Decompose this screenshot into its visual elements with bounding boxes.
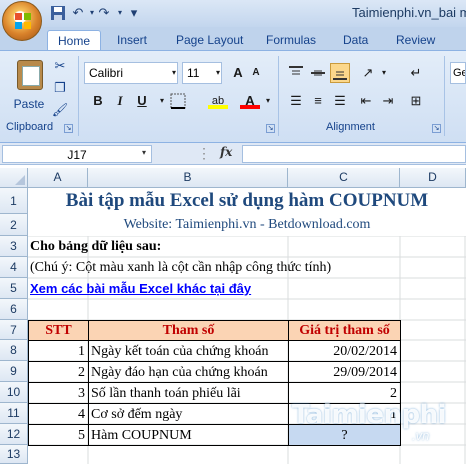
underline-button[interactable]: U bbox=[132, 91, 152, 111]
name-box-dropdown-icon[interactable]: ▾ bbox=[142, 148, 146, 157]
table-cell-value[interactable]: 2 bbox=[288, 382, 401, 404]
row-header[interactable]: 1 bbox=[0, 188, 28, 214]
wrap-text-icon[interactable]: ↵ bbox=[406, 63, 426, 83]
table-cell-stt[interactable]: 5 bbox=[28, 424, 89, 446]
group-divider bbox=[444, 56, 445, 136]
font-name-dropdown-icon[interactable]: ▾ bbox=[164, 63, 184, 83]
number-format-field[interactable]: Ge bbox=[450, 62, 466, 84]
table-cell-param[interactable]: Cơ sở đếm ngày bbox=[88, 403, 289, 425]
align-bottom-icon[interactable] bbox=[330, 63, 350, 83]
row-header[interactable]: 13 bbox=[0, 445, 28, 464]
tab-page-layout[interactable]: Page Layout bbox=[176, 30, 243, 50]
row-header[interactable]: 7 bbox=[0, 320, 28, 340]
sheet-intro[interactable]: Cho bảng dữ liệu sau: bbox=[28, 236, 428, 257]
italic-button[interactable]: I bbox=[110, 91, 130, 111]
borders-icon[interactable] bbox=[168, 91, 188, 111]
orientation-dropdown-icon[interactable]: ▾ bbox=[374, 63, 394, 83]
sheet-title[interactable]: Bài tập mẫu Excel sử dụng hàm COUPNUM bbox=[28, 188, 466, 214]
table-cell-value[interactable]: 29/09/2014 bbox=[288, 361, 401, 383]
row-header[interactable]: 3 bbox=[0, 236, 28, 257]
table-cell-stt[interactable]: 2 bbox=[28, 361, 89, 383]
sheet-note[interactable]: (Chú ý: Cột màu xanh là cột cần nhập côn… bbox=[28, 257, 466, 278]
save-icon[interactable] bbox=[50, 5, 66, 21]
format-painter-icon[interactable]: 🖌 bbox=[50, 100, 70, 120]
align-middle-icon[interactable] bbox=[308, 63, 328, 83]
font-color-dropdown-icon[interactable]: ▾ bbox=[258, 91, 278, 111]
tab-formulas[interactable]: Formulas bbox=[266, 30, 316, 50]
font-color-button[interactable]: A bbox=[240, 91, 260, 109]
group-divider bbox=[78, 56, 79, 136]
group-divider bbox=[278, 56, 279, 136]
copy-icon[interactable]: ❐ bbox=[50, 78, 70, 98]
table-cell-param[interactable]: Ngày kết toán của chứng khoán bbox=[88, 340, 289, 362]
select-all-corner[interactable] bbox=[0, 168, 28, 188]
bold-button[interactable]: B bbox=[88, 91, 108, 111]
row-header[interactable]: 11 bbox=[0, 403, 28, 424]
row-header[interactable]: 8 bbox=[0, 340, 28, 361]
table-cell-param[interactable]: Hàm COUPNUM bbox=[88, 424, 289, 446]
formula-bar-divider-icon: ⋮ bbox=[197, 145, 211, 161]
table-header-value[interactable]: Giá trị tham số bbox=[288, 320, 401, 341]
grow-font-button[interactable]: A bbox=[228, 63, 248, 83]
redo-icon[interactable]: ↷ bbox=[96, 5, 112, 21]
tab-review[interactable]: Review bbox=[396, 30, 435, 50]
align-center-icon[interactable]: ≡ bbox=[308, 91, 328, 111]
merge-center-icon[interactable]: ⊞ bbox=[406, 91, 426, 111]
clipboard-group-label: Clipboard bbox=[6, 121, 54, 133]
paste-button[interactable]: Paste bbox=[10, 58, 48, 118]
office-button[interactable] bbox=[2, 1, 42, 41]
align-right-icon[interactable]: ☰ bbox=[330, 91, 350, 111]
quick-access-customize-icon[interactable]: ▾ bbox=[126, 5, 142, 21]
worksheet-grid[interactable]: A B C D 1 2 3 4 5 6 7 8 9 10 11 12 13 Bà… bbox=[0, 168, 466, 464]
increase-indent-icon[interactable]: ⇥ bbox=[378, 91, 398, 111]
window-title: Taimienphi.vn_bai ma bbox=[352, 5, 466, 20]
more-samples-link[interactable]: Xem các bài mẫu Excel khác tại đây bbox=[28, 278, 328, 299]
cut-icon[interactable]: ✂ bbox=[50, 56, 70, 76]
table-cell-value[interactable]: 20/02/2014 bbox=[288, 340, 401, 362]
column-header-a[interactable]: A bbox=[28, 168, 88, 188]
align-left-icon[interactable]: ☰ bbox=[286, 91, 306, 111]
table-header-param[interactable]: Tham số bbox=[88, 320, 289, 341]
font-size-dropdown-icon[interactable]: ▾ bbox=[208, 63, 228, 83]
formula-input[interactable] bbox=[242, 145, 466, 163]
align-top-icon[interactable] bbox=[286, 63, 306, 83]
tab-home[interactable]: Home bbox=[47, 30, 101, 50]
sheet-website[interactable]: Website: Taimienphi.vn - Betdownload.com bbox=[28, 214, 466, 236]
office-logo-icon bbox=[15, 13, 31, 29]
column-header-c[interactable]: C bbox=[288, 168, 400, 188]
paste-sheet-icon bbox=[22, 66, 40, 86]
table-cell-stt[interactable]: 3 bbox=[28, 382, 89, 404]
table-cell-stt[interactable]: 1 bbox=[28, 340, 89, 362]
name-box[interactable]: J17 bbox=[2, 145, 152, 163]
table-cell-param[interactable]: Ngày đáo hạn của chứng khoán bbox=[88, 361, 289, 383]
row-header[interactable]: 10 bbox=[0, 382, 28, 403]
row-header[interactable]: 6 bbox=[0, 299, 28, 320]
insert-function-button[interactable]: fx bbox=[220, 145, 232, 159]
tab-insert[interactable]: Insert bbox=[117, 30, 147, 50]
row-header[interactable]: 9 bbox=[0, 361, 28, 382]
tab-data[interactable]: Data bbox=[343, 30, 368, 50]
row-header[interactable]: 2 bbox=[0, 214, 28, 236]
decrease-indent-icon[interactable]: ⇤ bbox=[356, 91, 376, 111]
table-cell-value[interactable]: 1 bbox=[288, 403, 401, 425]
font-launcher-icon[interactable]: ↘ bbox=[266, 124, 275, 133]
row-header[interactable]: 12 bbox=[0, 424, 28, 445]
row-header[interactable]: 4 bbox=[0, 257, 28, 278]
fill-color-button[interactable]: ab bbox=[208, 91, 228, 109]
table-cell-stt[interactable]: 4 bbox=[28, 403, 89, 425]
table-cell-param[interactable]: Số lần thanh toán phiếu lãi bbox=[88, 382, 289, 404]
alignment-group-label: Alignment bbox=[326, 121, 375, 133]
table-header-stt[interactable]: STT bbox=[28, 320, 89, 341]
row-header[interactable]: 5 bbox=[0, 278, 28, 299]
clipboard-launcher-icon[interactable]: ↘ bbox=[64, 124, 73, 133]
column-header-b[interactable]: B bbox=[88, 168, 288, 188]
alignment-launcher-icon[interactable]: ↘ bbox=[432, 124, 441, 133]
table-cell-result[interactable]: ? bbox=[288, 424, 401, 446]
column-header-d[interactable]: D bbox=[400, 168, 466, 188]
shrink-font-button[interactable]: A bbox=[246, 63, 266, 83]
